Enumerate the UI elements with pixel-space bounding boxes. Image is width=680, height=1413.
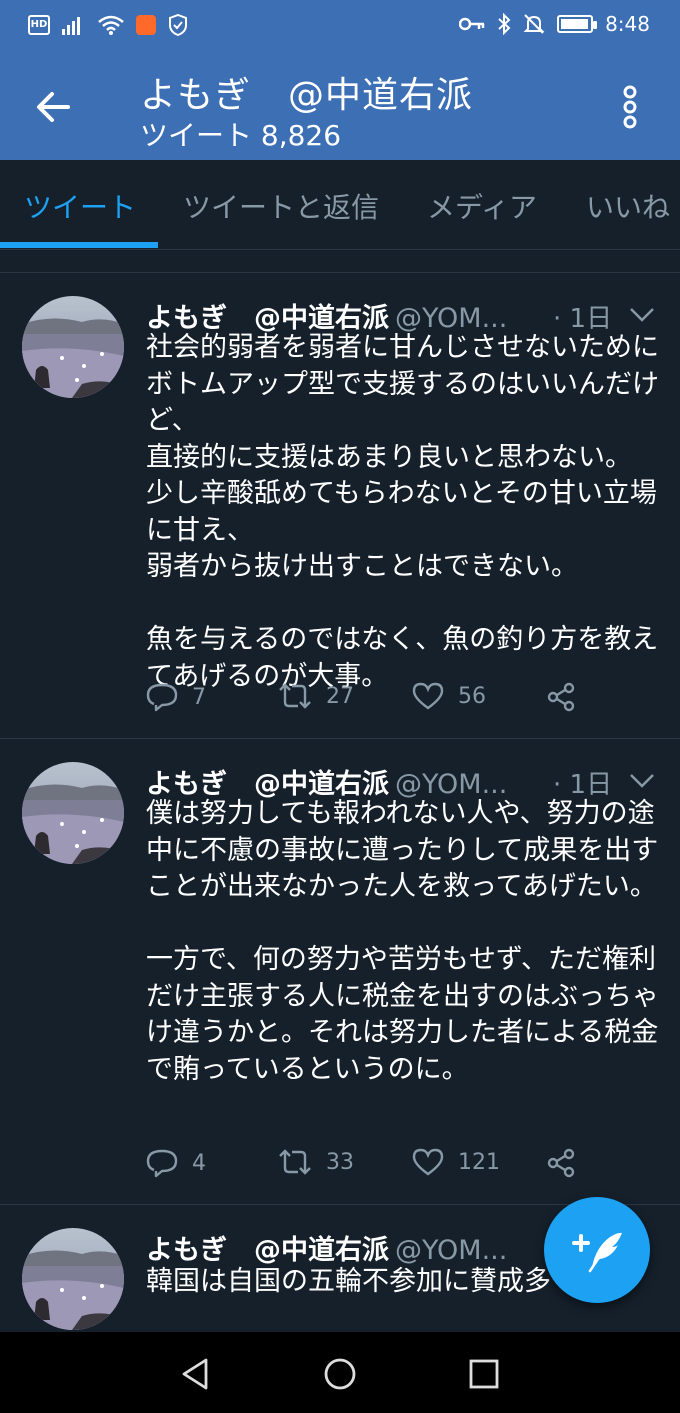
tweet-actions: 7 27 56 (146, 682, 666, 722)
signal-icon (62, 17, 80, 35)
share-icon (547, 682, 575, 712)
tab-likes[interactable]: いいね (586, 186, 670, 226)
like-count: 56 (458, 683, 486, 709)
tweet-actions: 4 33 121 (146, 1148, 666, 1188)
battery-icon (557, 15, 598, 33)
mute-icon (523, 14, 545, 34)
compose-tweet-button[interactable] (544, 1197, 650, 1303)
tab-tweets-and-replies[interactable]: ツイートと返信 (183, 186, 379, 226)
like-button[interactable]: 121 (412, 1148, 500, 1176)
status-bar: HD 8:48 (0, 0, 680, 52)
home-circle-icon[interactable] (320, 1354, 360, 1394)
reply-button[interactable]: 4 (146, 1148, 206, 1178)
more-options-icon[interactable] (612, 84, 648, 130)
status-time: 8:48 (605, 12, 650, 36)
active-tab-indicator (0, 242, 158, 248)
app-notification-icon (136, 15, 156, 35)
heart-icon (412, 682, 444, 710)
tab-media[interactable]: メディア (427, 186, 537, 226)
avatar[interactable] (22, 296, 124, 398)
recents-square-icon[interactable] (464, 1354, 504, 1394)
system-navigation-bar (0, 1332, 680, 1413)
tweet-item[interactable]: よもぎ @中道右派 @YOM... · 1日 僕は努力しても報われない人や、努力… (0, 738, 680, 1204)
reply-icon (146, 683, 178, 712)
share-button[interactable] (546, 1148, 590, 1178)
shield-icon (169, 14, 187, 36)
key-icon (459, 17, 485, 31)
page-title: よもぎ @中道右派 (140, 75, 474, 116)
retweet-icon (279, 1149, 311, 1175)
reply-count: 4 (192, 1150, 206, 1176)
avatar[interactable] (22, 762, 124, 864)
tweet-header: よもぎ @中道右派 @YOM... (146, 1228, 507, 1267)
retweet-icon (279, 683, 311, 709)
reply-count: 7 (192, 684, 206, 710)
reply-icon (146, 1149, 178, 1178)
wifi-icon (98, 15, 124, 35)
tweet-item[interactable]: よもぎ @中道右派 @YOM... · 1日 社会的弱者を弱者に甘んじさせないた… (0, 272, 680, 738)
tweet-count: ツイート 8,826 (140, 119, 342, 152)
back-arrow-icon[interactable] (30, 84, 76, 130)
retweet-count: 27 (326, 683, 354, 709)
hd-icon: HD (28, 15, 50, 35)
chevron-down-icon[interactable] (628, 306, 656, 324)
retweet-button[interactable]: 27 (278, 682, 354, 710)
retweet-button[interactable]: 33 (278, 1148, 354, 1176)
back-triangle-icon[interactable] (176, 1354, 216, 1394)
like-button[interactable]: 56 (412, 682, 486, 710)
heart-icon (412, 1148, 444, 1176)
compose-feather-icon (572, 1232, 622, 1273)
share-icon (547, 1148, 575, 1178)
tweet-body: 僕は努力しても報われない人や、努力の途中に不慮の事故に遭ったりして成果を出すこと… (146, 798, 659, 1085)
tab-tweets[interactable]: ツイート (24, 186, 136, 226)
bluetooth-icon (498, 13, 511, 35)
profile-tabs: ツイート ツイートと返信 メディア いいね (0, 160, 680, 250)
chevron-down-icon[interactable] (628, 772, 656, 790)
tweet-body: 社会的弱者を弱者に甘んじさせないために ボトムアップ型で支援するのはいいんだけど… (146, 332, 659, 692)
like-count: 121 (458, 1149, 500, 1175)
tweet-author-handle: @YOM... (395, 1235, 508, 1266)
tweet-author-name[interactable]: よもぎ @中道右派 (146, 1228, 389, 1267)
avatar[interactable] (22, 1228, 124, 1330)
reply-button[interactable]: 7 (146, 682, 206, 712)
retweet-count: 33 (326, 1149, 354, 1175)
tweet-body: 韓国は自国の五輪不参加に賛成多 (146, 1266, 551, 1297)
share-button[interactable] (546, 682, 590, 712)
